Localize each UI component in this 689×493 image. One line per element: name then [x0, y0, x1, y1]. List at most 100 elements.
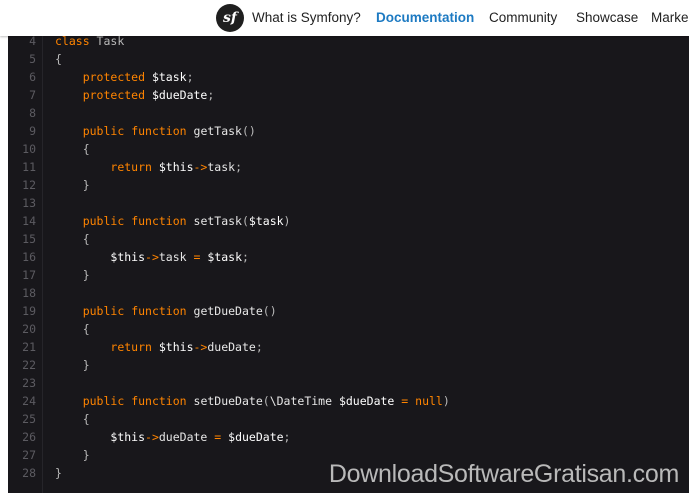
code-token: {: [55, 52, 62, 66]
code-text: {: [55, 320, 90, 338]
code-token: ->: [145, 250, 159, 264]
line-number: 24: [22, 394, 36, 408]
line-number: 21: [22, 340, 36, 354]
line-number: 22: [22, 358, 36, 372]
code-token: public: [82, 304, 125, 318]
code-token: (): [262, 304, 277, 318]
code-text: protected $task;: [55, 68, 194, 86]
code-token: }: [55, 466, 62, 480]
code-line: 4 class Task: [8, 36, 689, 50]
code-token: $this: [158, 340, 194, 354]
line-number: 4: [29, 36, 36, 48]
code-token: (: [262, 394, 270, 408]
line-number: 27: [22, 448, 36, 462]
watermark: DownloadSoftwareGratisan.com: [328, 460, 679, 488]
code-line: 17 }: [8, 266, 689, 284]
code-line: 23: [8, 374, 689, 392]
code-token: ;: [242, 250, 249, 264]
code-token: dueDate: [158, 430, 208, 444]
code-token: {: [55, 412, 90, 426]
code-token: ;: [255, 340, 263, 354]
code-token: ->: [193, 160, 208, 174]
code-token: null: [415, 394, 443, 408]
code-text: public function setTask($task): [55, 212, 291, 230]
code-text: {: [55, 410, 90, 428]
code-token: ->: [145, 430, 159, 444]
line-number: 28: [22, 466, 36, 480]
code-line: 8: [8, 104, 689, 122]
nav-link-what-is-symfony[interactable]: What is Symfony?: [252, 0, 361, 36]
symfony-logo[interactable]: sf: [216, 4, 244, 32]
code-line: 6 protected $task;: [8, 68, 689, 86]
code-text: public function getDueDate(): [55, 302, 277, 320]
code-line: 21 return $this->dueDate;: [8, 338, 689, 356]
code-token: $this: [158, 160, 194, 174]
code-text: $this->task = $task;: [55, 248, 249, 266]
line-number: 8: [29, 106, 36, 120]
code-token: public: [82, 214, 125, 228]
code-line: 19 public function getDueDate(): [8, 302, 689, 320]
code-text: $this->dueDate = $dueDate;: [55, 428, 290, 446]
nav-link-community[interactable]: Community: [489, 0, 557, 36]
line-number: 15: [22, 232, 36, 246]
code-text: return $this->dueDate;: [55, 338, 263, 356]
code-line: 10 {: [8, 140, 689, 158]
code-line: 5{: [8, 50, 689, 68]
nav-link-marketplace[interactable]: Marke: [651, 0, 689, 36]
nav-link-showcase[interactable]: Showcase: [576, 0, 638, 36]
code-text: public function setDueDate(\DateTime $du…: [55, 392, 450, 410]
code-token: $this: [110, 250, 146, 264]
code-line: 7 protected $dueDate;: [8, 86, 689, 104]
code-token: function: [131, 304, 187, 318]
code-token: }: [55, 178, 90, 192]
code-line: 18: [8, 284, 689, 302]
code-line: 15 {: [8, 230, 689, 248]
code-text: }: [55, 176, 90, 194]
line-number: 25: [22, 412, 36, 426]
code-line: 13: [8, 194, 689, 212]
code-line: 16 $this->task = $task;: [8, 248, 689, 266]
code-token: ): [442, 394, 450, 408]
code-token: return: [110, 340, 152, 354]
code-token: ): [283, 214, 291, 228]
line-number: 11: [22, 160, 36, 174]
code-text: {: [55, 50, 62, 68]
code-text: }: [55, 266, 90, 284]
code-token: setTask: [193, 214, 242, 228]
code-token: ;: [186, 70, 194, 84]
code-token: $dueDate: [338, 394, 395, 408]
code-line: 20 {: [8, 320, 689, 338]
code-token: ;: [235, 160, 242, 174]
code-token: $task: [151, 70, 187, 84]
code-token: }: [55, 358, 90, 372]
code-token: ->: [193, 340, 208, 354]
code-token: $task: [248, 214, 284, 228]
code-token: $dueDate: [151, 88, 208, 102]
code-token: }: [55, 268, 90, 282]
code-token: ;: [207, 88, 215, 102]
line-number: 19: [22, 304, 36, 318]
code-text: public function getTask(): [55, 122, 256, 140]
line-number: 9: [29, 124, 36, 138]
line-number: 5: [29, 52, 36, 66]
code-block: 4 class Task 5{6 protected $task; 7 protect…: [8, 36, 689, 493]
code-token: task: [207, 160, 236, 174]
line-number: 23: [22, 376, 36, 390]
nav-link-documentation[interactable]: Documentation: [376, 0, 474, 36]
code-line: 14 public function setTask($task): [8, 212, 689, 230]
code-line: 24 public function setDueDate(\DateTime …: [8, 392, 689, 410]
